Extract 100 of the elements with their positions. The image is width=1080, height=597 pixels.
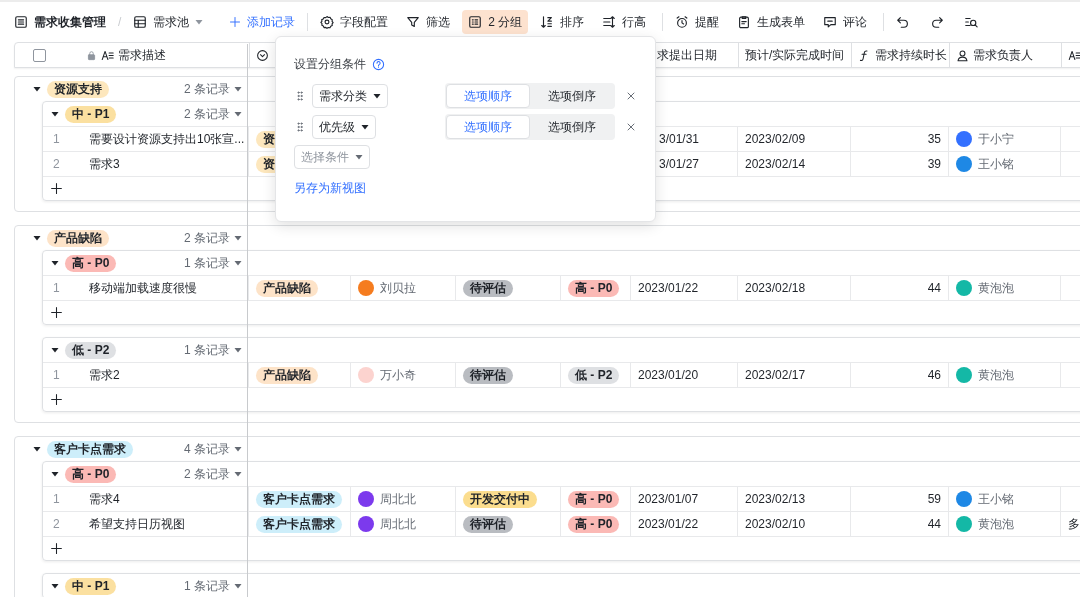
close-icon — [625, 121, 637, 133]
person-name: 黄泡泡 — [978, 367, 1014, 384]
table-cell-text: 39 — [927, 156, 941, 173]
category-tag: 产品缺陷 — [256, 366, 318, 384]
table-cell-text: 2023/02/10 — [745, 516, 806, 533]
table-cell-text: 2023/01/22 — [638, 280, 699, 297]
caret-icon[interactable] — [33, 445, 41, 453]
sort-order-option[interactable]: 选项倒序 — [530, 115, 614, 139]
table-icon — [14, 15, 28, 29]
row-number: 1 — [52, 280, 61, 297]
add-row-button[interactable] — [50, 542, 63, 555]
caret-icon[interactable] — [373, 92, 381, 100]
row-number: 2 — [52, 156, 61, 173]
table-cell-text: 需求3 — [89, 156, 120, 173]
table-cell-text: 2023/01/20 — [638, 367, 699, 384]
category-tag: 客户卡点需求 — [256, 515, 342, 533]
group-tag: 资源支持 — [47, 80, 109, 98]
record-count: 1 条记录 — [184, 342, 230, 359]
column-header[interactable]: 需求持续时长 — [875, 46, 947, 64]
table-cell-text: 46 — [927, 367, 941, 384]
add-row-button[interactable] — [50, 306, 63, 319]
category-tag: 资 — [256, 155, 275, 173]
add-record-button[interactable]: 添加记录 — [223, 10, 302, 34]
table-cell-text: 移动端加载速度很慢 — [89, 280, 197, 297]
caret-icon[interactable] — [33, 85, 41, 93]
person-name: 黄泡泡 — [978, 280, 1014, 297]
priority-tag: 高 - P0 — [568, 515, 620, 533]
redo-icon — [930, 15, 945, 29]
toolbar-button[interactable]: 生成表单 — [731, 10, 812, 34]
select-all-checkbox[interactable] — [33, 48, 46, 62]
priority-tag: 低 - P2 — [568, 366, 620, 384]
toolbar-button[interactable]: 行高 — [596, 10, 653, 34]
dropdown-circle-icon — [256, 48, 269, 62]
settings-icon — [320, 15, 335, 29]
table-cell-text: 多 — [1068, 516, 1080, 533]
plus-icon — [50, 182, 63, 195]
column-header[interactable]: 需求负责人 — [973, 46, 1033, 64]
person-name: 王小铭 — [978, 156, 1014, 173]
add-row-button[interactable] — [50, 393, 63, 406]
save-as-view-link[interactable]: 另存为新视图 — [294, 179, 366, 197]
text-field-icon — [1068, 48, 1080, 62]
record-count: 1 条记录 — [184, 255, 230, 272]
toolbar-button[interactable]: 2 分组 — [462, 10, 529, 34]
table-cell-text: 需求2 — [89, 367, 120, 384]
priority-tag: 中 - P1 — [65, 105, 117, 123]
toolbar-button[interactable]: 提醒 — [669, 10, 726, 34]
table-cell-text: 2023/02/14 — [745, 156, 806, 173]
sort-order-option[interactable]: 选项倒序 — [530, 84, 614, 108]
category-tag: 产品缺陷 — [256, 279, 318, 297]
list-icon — [468, 15, 483, 29]
record-count: 2 条记录 — [184, 81, 230, 98]
alarm-clock-icon — [675, 15, 690, 29]
person-name: 于小宁 — [978, 131, 1014, 148]
caret-icon[interactable] — [33, 234, 41, 242]
person-name: 刘贝拉 — [380, 280, 416, 297]
drag-handle-icon — [294, 121, 306, 133]
caret-icon[interactable] — [51, 259, 59, 267]
table-cell-text: 3/01/27 — [659, 156, 700, 173]
text-field-icon — [101, 48, 114, 62]
table-cell-text: 需要设计资源支持出10张宣... — [89, 131, 245, 148]
table-cell-text: 2023/02/17 — [745, 367, 806, 384]
record-count: 4 条记录 — [184, 441, 230, 458]
status-tag: 待评估 — [463, 515, 513, 533]
caret-icon[interactable] — [361, 123, 369, 131]
column-header[interactable]: 求提出日期 — [657, 46, 717, 64]
table-icon — [133, 15, 148, 29]
person-name: 周北北 — [380, 491, 416, 508]
breadcrumb-link[interactable]: 需求收集管理 — [8, 10, 112, 34]
view-dropdown[interactable]: 需求池 — [127, 10, 210, 34]
table-cell-text: 2023/02/18 — [745, 280, 806, 297]
toolbar-button[interactable]: 筛选 — [400, 10, 457, 34]
column-header[interactable]: 需求描述 — [118, 46, 166, 64]
field-select[interactable]: 优先级 — [312, 115, 376, 139]
row-number: 1 — [52, 131, 61, 148]
status-tag: 待评估 — [463, 366, 513, 384]
column-header[interactable]: 预计/实际完成时间 — [745, 46, 845, 64]
person-name: 黄泡泡 — [978, 516, 1014, 533]
caret-icon[interactable] — [51, 346, 59, 354]
line-height-icon — [602, 15, 617, 29]
category-tag: 资 — [256, 130, 275, 148]
sort-order-option[interactable]: 选项顺序 — [446, 115, 530, 139]
sort-icon — [540, 15, 555, 29]
filter-icon — [406, 15, 421, 29]
sort-order-option[interactable]: 选项顺序 — [446, 84, 530, 108]
popover-title: 设置分组条件 — [294, 56, 366, 73]
priority-tag: 高 - P0 — [568, 279, 620, 297]
plus-icon — [50, 306, 63, 319]
close-icon — [625, 90, 637, 102]
caret-icon[interactable] — [51, 110, 59, 118]
toolbar-button[interactable]: 评论 — [817, 10, 874, 34]
caret-icon[interactable] — [51, 470, 59, 478]
caret-icon[interactable] — [51, 582, 59, 590]
group-tag: 产品缺陷 — [47, 229, 109, 247]
field-select[interactable]: 需求分类 — [312, 84, 388, 108]
help-button[interactable] — [372, 57, 385, 71]
table-cell-text: 3/01/31 — [659, 131, 700, 148]
priority-tag: 高 - P0 — [65, 254, 117, 272]
toolbar-button[interactable]: 字段配置 — [314, 10, 395, 34]
add-row-button[interactable] — [50, 182, 63, 195]
toolbar-button[interactable]: 排序 — [534, 10, 591, 34]
